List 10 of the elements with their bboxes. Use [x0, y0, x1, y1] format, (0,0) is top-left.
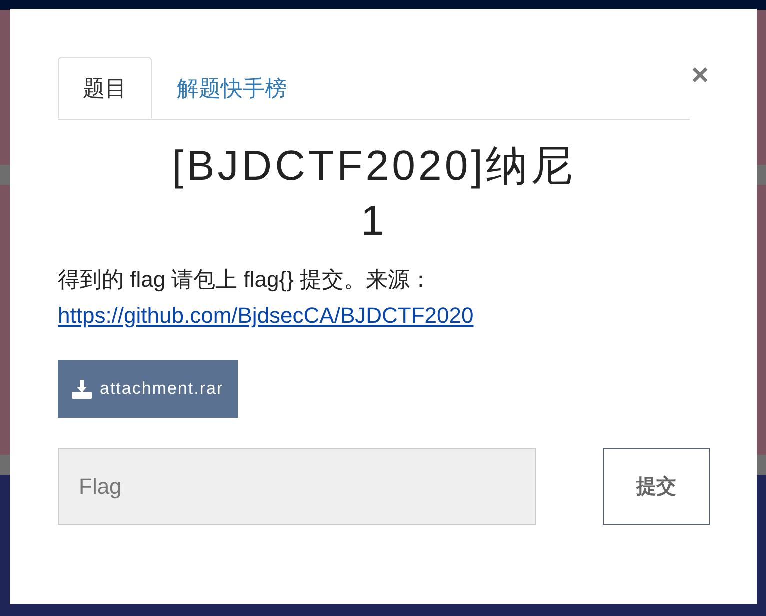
download-icon: [72, 379, 92, 399]
download-button[interactable]: attachment.rar: [58, 360, 238, 418]
description-text: 得到的 flag 请包上 flag{} 提交。来源： https://github.com/BjdsecCA/BJDCTF2020: [58, 266, 475, 330]
tab[interactable]: 题目: [58, 57, 152, 119]
source-link[interactable]: https://github.com/BjdsecCA/BJDCTF2020: [58, 303, 474, 328]
tab[interactable]: 解题快手榜: [152, 57, 312, 119]
flag-input[interactable]: Flag: [58, 448, 536, 525]
close-button[interactable]: ×: [691, 61, 709, 91]
submit-button[interactable]: 提交: [603, 448, 710, 525]
challenge-title: [BJDCTF2020]纳尼 1: [171, 141, 577, 246]
